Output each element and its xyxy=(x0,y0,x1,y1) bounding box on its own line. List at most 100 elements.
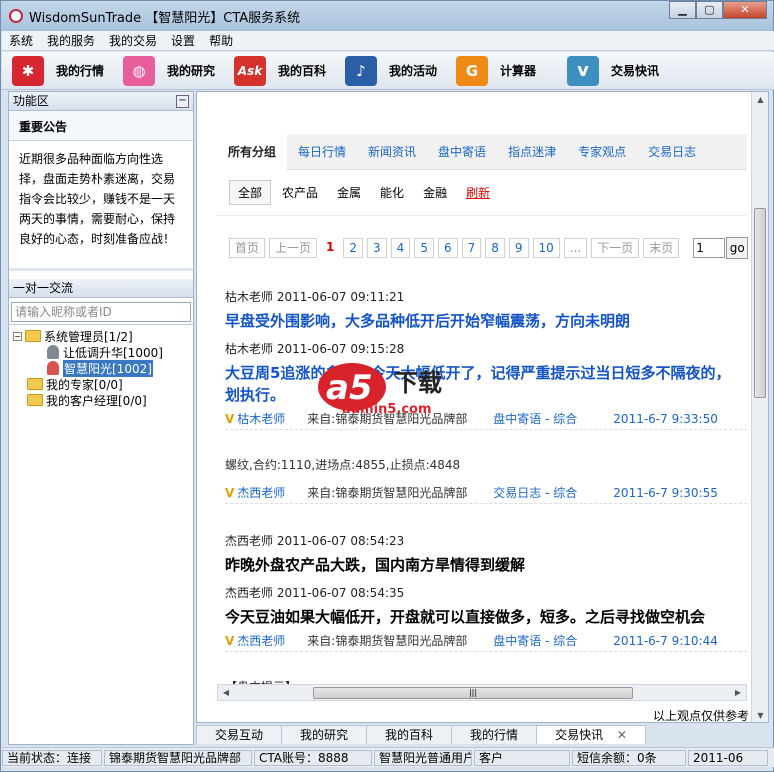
expander-icon[interactable]: − xyxy=(13,331,22,341)
subtab-agri[interactable]: 农产品 xyxy=(274,181,326,204)
post-category-link[interactable]: 盘中寄语 - 综合 xyxy=(493,632,613,649)
tree-node-experts[interactable]: 我的专家[0/0] xyxy=(13,376,193,392)
post-title-cont[interactable]: 划执行。 xyxy=(225,384,747,406)
tab-daily-quotes[interactable]: 每日行情 xyxy=(287,134,357,170)
maximize-button[interactable]: ▢ xyxy=(696,1,723,19)
toolbar-my-activity[interactable]: ♪ 我的活动 xyxy=(335,55,446,86)
bottom-tabs: 交易互动 我的研究 我的百科 我的行情 交易快讯 ✕ xyxy=(196,725,646,744)
menu-my-trade[interactable]: 我的交易 xyxy=(102,32,164,49)
menu-help[interactable]: 帮助 xyxy=(202,32,240,49)
bottom-tab-my-quotes[interactable]: 我的行情 xyxy=(451,725,538,744)
tree-node-member-selected[interactable]: 智慧阳光[1002] xyxy=(13,359,193,377)
toolbar-my-quotes[interactable]: ✱ 我的行情 xyxy=(2,55,113,86)
tree-node-member[interactable]: 让低调升华[1000] xyxy=(13,344,193,360)
verified-icon: V xyxy=(225,411,235,426)
pager-page[interactable]: 8 xyxy=(485,238,505,258)
post-title[interactable]: 今天豆油如果大幅低开，开盘就可以直接做多，短多。之后寻找做空机会 xyxy=(225,606,747,628)
pager-next[interactable]: 下一页 xyxy=(591,238,640,258)
collapse-icon[interactable]: − xyxy=(176,95,189,108)
minimize-button[interactable]: ▁ xyxy=(669,1,696,19)
menu-my-service[interactable]: 我的服务 xyxy=(40,32,102,49)
bottom-tab-trade-interaction[interactable]: 交易互动 xyxy=(196,725,283,744)
tree-label: 系统管理员[1/2] xyxy=(44,329,133,344)
bottom-tab-my-wiki[interactable]: 我的百科 xyxy=(366,725,453,744)
menu-system[interactable]: 系统 xyxy=(2,32,40,49)
app-window: WisdomSunTrade 【智慧阳光】CTA服务系统 ▁ ▢ ✕ 系统 我的… xyxy=(0,0,774,772)
tab-guidance[interactable]: 指点迷津 xyxy=(497,134,567,170)
tree-node-admins[interactable]: − 系统管理员[1/2] xyxy=(13,328,193,344)
post-title[interactable]: 早盘受外围影响，大多品种低开后开始窄幅震荡，方向未明朗 xyxy=(225,310,747,332)
post-author-link[interactable]: 枯木老师 xyxy=(237,410,307,427)
tree-node-managers[interactable]: 我的客户经理[0/0] xyxy=(13,392,193,408)
menu-settings[interactable]: 设置 xyxy=(164,32,202,49)
toolbar-calculator[interactable]: G 计算器 xyxy=(446,55,557,86)
toolbar-trade-news[interactable]: v 交易快讯 xyxy=(557,55,668,86)
content-pane: 所有分组 每日行情 新闻资讯 盘中寄语 指点迷津 专家观点 交易日志 全部 农产… xyxy=(196,91,769,723)
pager-page[interactable]: 9 xyxy=(508,238,529,258)
menu-bar: 系统 我的服务 我的交易 设置 帮助 xyxy=(2,31,774,51)
toolbar-label: 我的活动 xyxy=(389,64,438,78)
pager: 首页 上一页 1 2 3 4 5 6 7 8 9 10 ... 下一页 末页 1… xyxy=(229,237,749,259)
post-author-link[interactable]: 杰西老师 xyxy=(237,632,307,649)
pager-page[interactable]: 6 xyxy=(437,238,458,258)
subtab-all[interactable]: 全部 xyxy=(229,180,272,205)
post-author-link[interactable]: 杰西老师 xyxy=(237,484,307,501)
verified-icon: V xyxy=(225,485,235,500)
tab-news[interactable]: 新闻资讯 xyxy=(357,134,427,170)
bottom-tab-trade-news[interactable]: 交易快讯 ✕ xyxy=(536,725,646,744)
post-category-link[interactable]: 盘中寄语 - 综合 xyxy=(493,410,613,427)
post-item: 枯木老师 2011-06-07 09:11:21 早盘受外围影响，大多品种低开后… xyxy=(225,288,747,430)
vertical-scrollbar[interactable]: ▲ ▼ xyxy=(751,92,768,722)
status-user-type: 智慧阳光普通用户 xyxy=(374,749,472,766)
toolbar-my-wiki[interactable]: Ask 我的百科 xyxy=(224,55,335,86)
tab-all-groups[interactable]: 所有分组 xyxy=(217,133,288,170)
tab-expert-views[interactable]: 专家观点 xyxy=(567,134,637,170)
bottom-tab-my-research[interactable]: 我的研究 xyxy=(281,725,368,744)
scroll-left-icon[interactable]: ◀ xyxy=(218,685,234,700)
post-title[interactable]: 昨晚外盘农产品大跌，国内南方旱情得到缓解 xyxy=(225,554,747,576)
post-meta: 杰西老师 2011-06-07 08:54:23 xyxy=(225,534,405,548)
scroll-thumb[interactable] xyxy=(754,208,766,398)
tree-label: 智慧阳光[1002] xyxy=(63,359,153,377)
scroll-up-icon[interactable]: ▲ xyxy=(752,92,768,108)
subtab-energy[interactable]: 能化 xyxy=(372,181,412,204)
post-source: 来自:锦泰期货智慧阳光品牌部 xyxy=(307,634,468,648)
pager-page[interactable]: 3 xyxy=(367,238,387,258)
pager-page[interactable]: 7 xyxy=(461,238,482,258)
refresh-link[interactable]: 刷新 xyxy=(458,181,498,204)
chat-panel-header: 一对一交流 xyxy=(9,279,193,298)
pager-first[interactable]: 首页 xyxy=(229,238,266,258)
pager-prev[interactable]: 上一页 xyxy=(269,238,318,258)
app-logo-icon xyxy=(9,9,23,23)
scroll-right-icon[interactable]: ▶ xyxy=(730,685,746,700)
toolbar-my-research[interactable]: ◍ 我的研究 xyxy=(113,55,224,86)
tab-intraday-notes[interactable]: 盘中寄语 xyxy=(427,134,497,170)
page-number-input[interactable]: 1 xyxy=(693,238,726,258)
chat-panel-title: 一对一交流 xyxy=(13,281,74,295)
post-meta: 枯木老师 2011-06-07 09:15:28 xyxy=(225,342,405,356)
title-bar[interactable]: WisdomSunTrade 【智慧阳光】CTA服务系统 ▁ ▢ ✕ xyxy=(1,1,773,31)
status-role: 客户 xyxy=(474,749,570,766)
post-title[interactable]: 大豆周5追涨的多单，今天大幅低开了，记得严重提示过当日短多不隔夜的， xyxy=(225,362,747,384)
pager-last[interactable]: 末页 xyxy=(643,238,680,258)
toolbar-label: 计算器 xyxy=(500,64,537,78)
pager-page[interactable]: 5 xyxy=(414,238,434,258)
pager-page[interactable]: 2 xyxy=(343,238,364,258)
contact-search-input[interactable]: 请输入昵称或者ID xyxy=(11,302,191,322)
close-button[interactable]: ✕ xyxy=(723,1,767,19)
subtab-metal[interactable]: 金属 xyxy=(329,181,369,204)
scroll-down-icon[interactable]: ▼ xyxy=(752,708,768,722)
post-category-link[interactable]: 交易日志 - 综合 xyxy=(493,484,613,501)
horizontal-scrollbar[interactable]: ◀ ||| ▶ xyxy=(217,684,747,701)
post-item: 螺纹,合约:1110,进场点:4855,止损点:4848 V 杰西老师 来自:锦… xyxy=(225,456,747,504)
go-button[interactable]: go xyxy=(726,237,749,259)
post-footer: V 杰西老师 来自:锦泰期货智慧阳光品牌部 交易日志 - 综合 2011-6-7… xyxy=(225,484,747,504)
close-tab-icon[interactable]: ✕ xyxy=(617,728,627,742)
subtab-finance[interactable]: 金融 xyxy=(415,181,455,204)
pager-page[interactable]: 4 xyxy=(390,238,411,258)
pager-page[interactable]: 10 xyxy=(532,238,560,258)
tab-trade-log[interactable]: 交易日志 xyxy=(637,134,707,170)
post-meta: 枯木老师 2011-06-07 09:11:21 xyxy=(225,290,405,304)
category-tabs: 所有分组 每日行情 新闻资讯 盘中寄语 指点迷津 专家观点 交易日志 xyxy=(217,133,747,170)
scroll-thumb[interactable]: ||| xyxy=(313,687,633,699)
